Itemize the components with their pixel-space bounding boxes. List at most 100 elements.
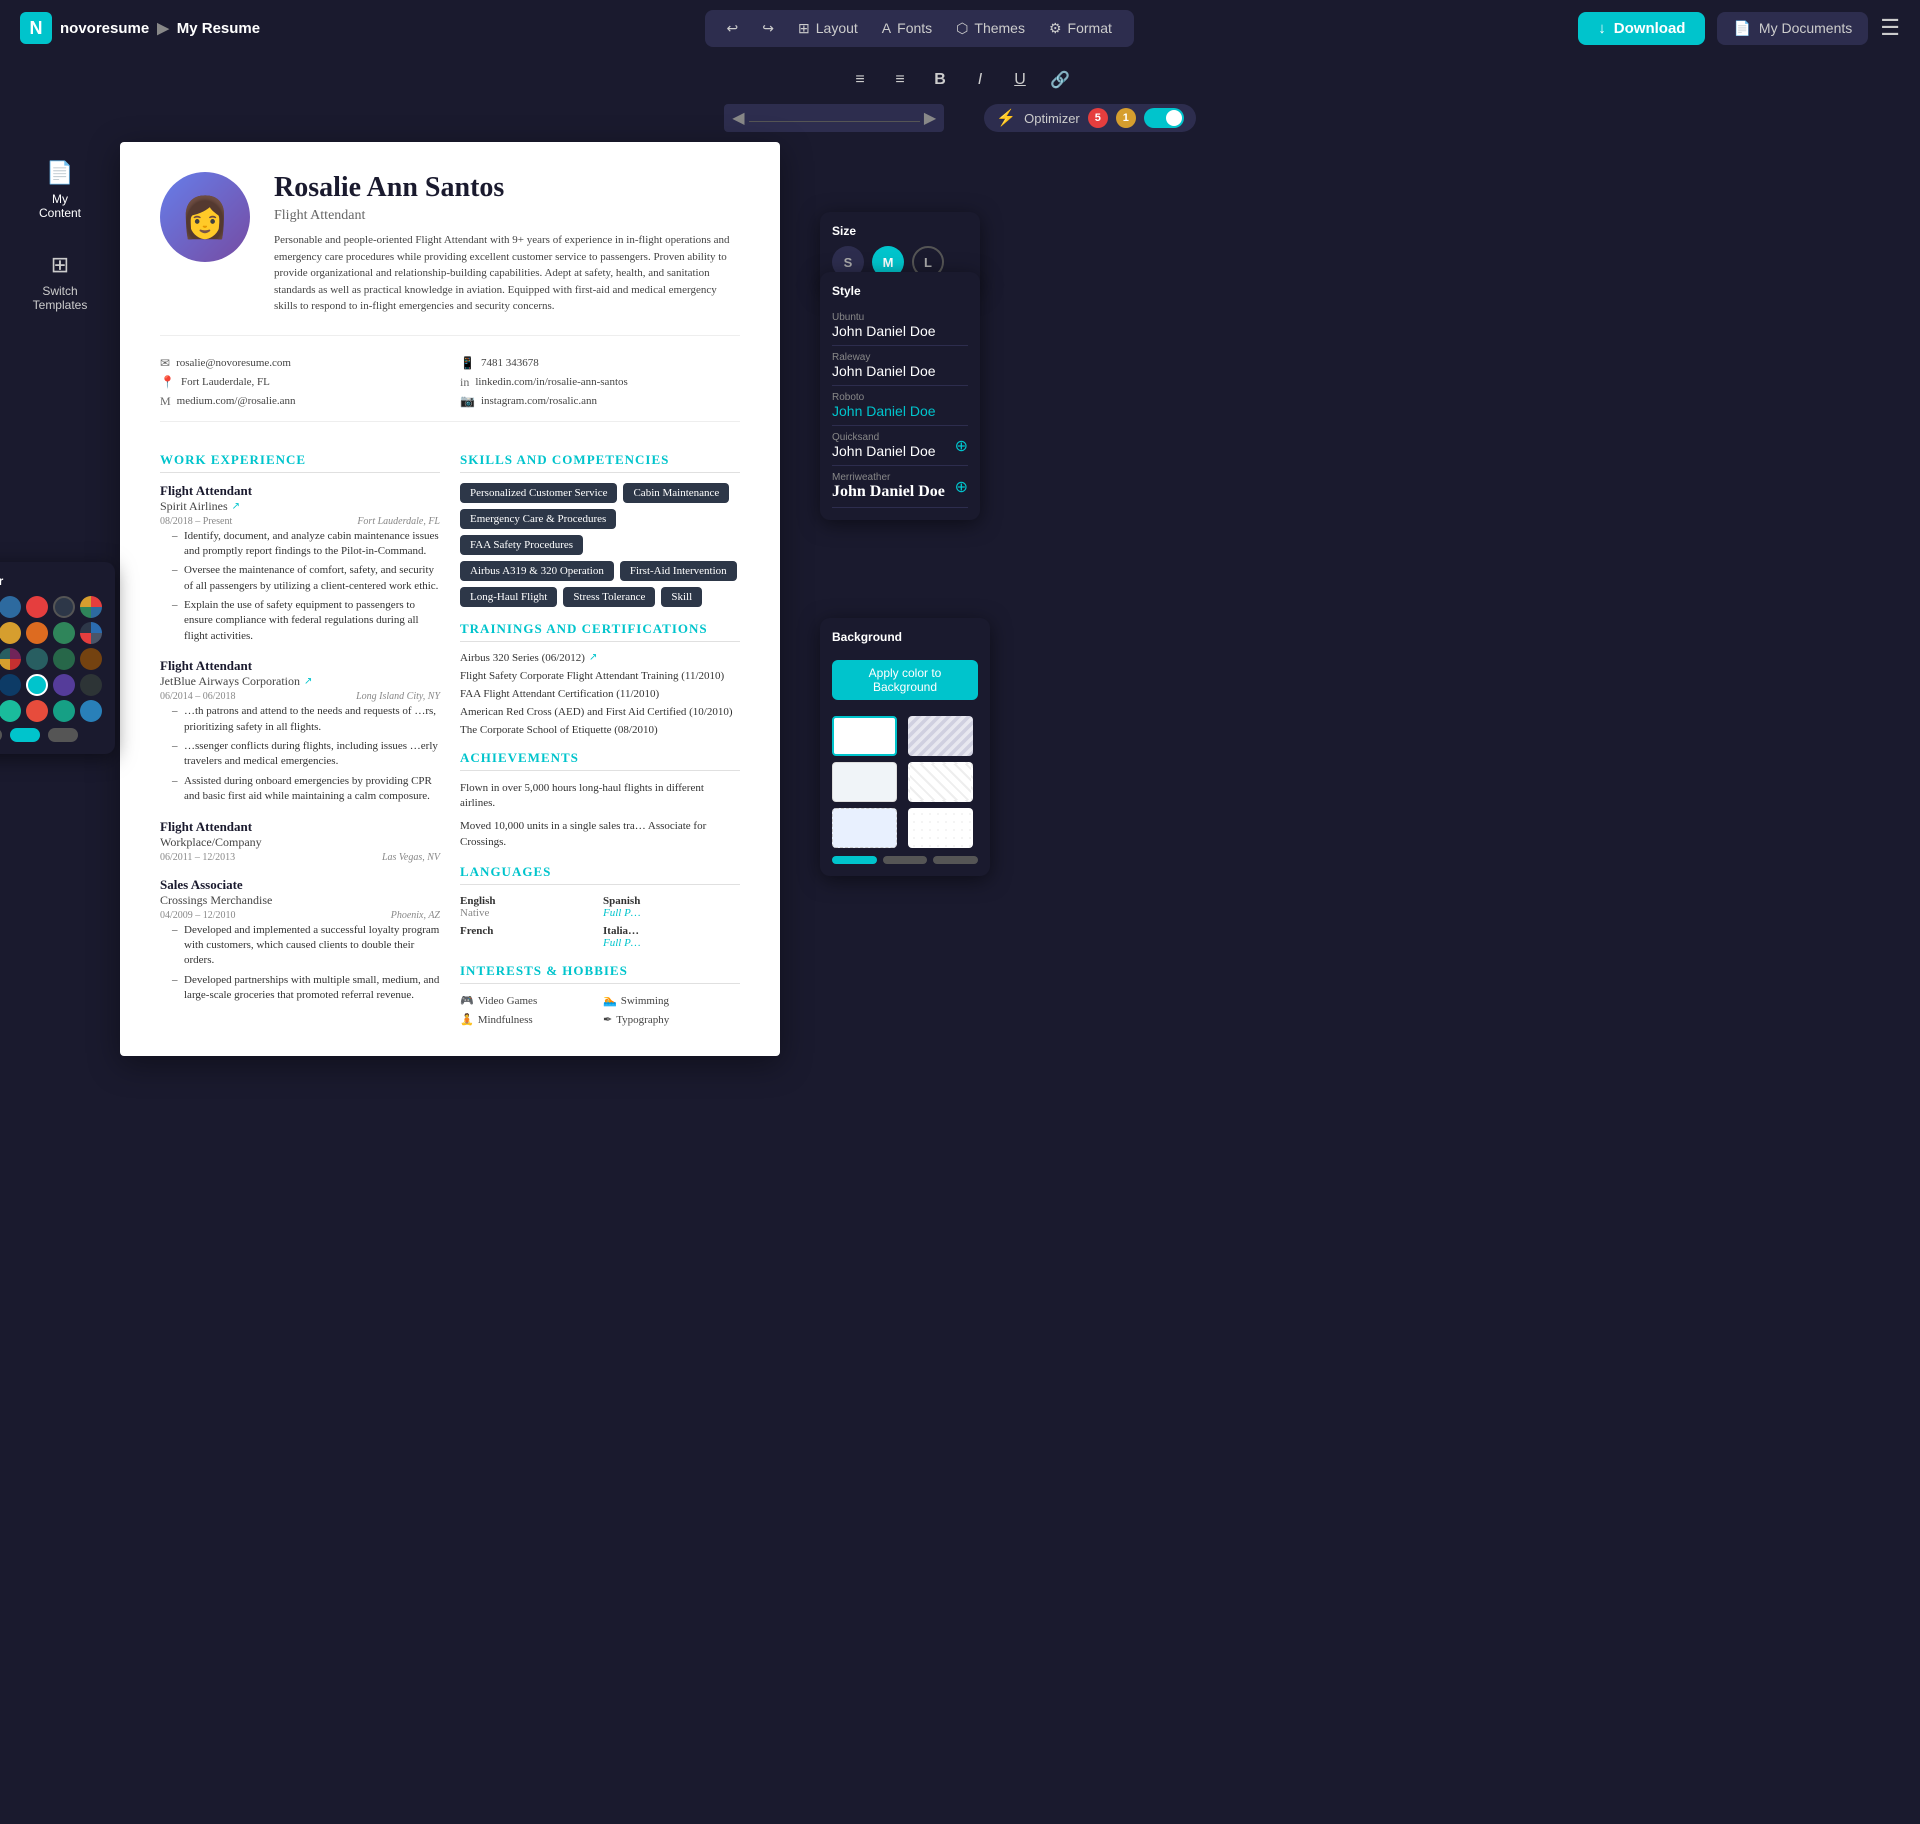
optimizer-badge-red: 5: [1088, 108, 1108, 128]
layout-label: Layout: [816, 20, 858, 36]
themes-button[interactable]: ⬡ Themes: [946, 16, 1035, 41]
resume-contact: ✉ rosalie@novoresume.com 📱 7481 343678 📍…: [160, 356, 740, 422]
bg-action-1[interactable]: [832, 856, 877, 864]
phone-icon: 📱: [460, 356, 475, 371]
font-merriweather[interactable]: Merriweather John Daniel Doe ⊕: [832, 466, 968, 508]
linkedin-value: linkedin.com/in/rosalie-ann-santos: [475, 376, 627, 388]
bg-swatch-6[interactable]: [908, 808, 973, 848]
skill-8: Stress Tolerance: [563, 587, 655, 607]
fonts-button[interactable]: A Fonts: [872, 16, 942, 40]
sidebar-item-my-content[interactable]: 📄 My Content: [24, 152, 96, 228]
hobby-grid: 🎮 Video Games 🏊 Swimming 🧘 Mindfulness: [460, 994, 740, 1026]
sidebar-item-switch-templates[interactable]: ⊞ Switch Templates: [24, 244, 96, 320]
skill-3: Emergency Care & Procedures: [460, 509, 616, 529]
hobby-video-games: 🎮 Video Games: [460, 994, 597, 1007]
layout-button[interactable]: ⊞ Layout: [788, 16, 868, 41]
resume-job-title: Flight Attendant: [274, 208, 740, 224]
swatch-5[interactable]: [80, 596, 102, 618]
cert-5: The Corporate School of Etiquette (08/20…: [460, 724, 740, 736]
swatch-14[interactable]: [53, 648, 75, 670]
skill-7: Long-Haul Flight: [460, 587, 557, 607]
background-panel-title: Background: [832, 630, 978, 644]
fonts-panel-title: Style: [832, 284, 968, 298]
align-left-button[interactable]: ≡: [844, 64, 876, 96]
swatch-8[interactable]: [26, 622, 48, 644]
swatch-2[interactable]: [0, 596, 21, 618]
toggle-on-1[interactable]: [10, 728, 40, 742]
job-meta-4: 04/2009 – 12/2010 Phoenix, AZ: [160, 910, 440, 921]
job-title-3: Flight Attendant: [160, 819, 440, 835]
swatch-17[interactable]: [0, 674, 21, 696]
job-company-3: Workplace/Company: [160, 835, 440, 850]
italic-button[interactable]: I: [964, 64, 996, 96]
toggle-off-2[interactable]: [48, 728, 78, 742]
font-merriweather-label: Merriweather: [832, 472, 945, 483]
bg-swatch-1[interactable]: [832, 716, 897, 756]
my-documents-button[interactable]: 📄 My Documents: [1717, 12, 1868, 45]
bg-swatch-3[interactable]: [832, 762, 897, 802]
skill-4: FAA Safety Procedures: [460, 535, 583, 555]
download-label: Download: [1614, 20, 1686, 37]
format-button[interactable]: ⚙ Format: [1039, 16, 1122, 41]
location-icon: 📍: [160, 375, 175, 390]
font-merriweather-preview: John Daniel Doe: [832, 483, 945, 501]
instagram-value: instagram.com/rosalic.ann: [481, 395, 597, 407]
job-title-1: Flight Attendant: [160, 483, 440, 499]
brand-name: novoresume: [60, 20, 149, 37]
bg-swatch-5[interactable]: [832, 808, 897, 848]
swatch-19[interactable]: [53, 674, 75, 696]
achievement-2: Moved 10,000 units in a single sales tra…: [460, 819, 740, 850]
font-quicksand[interactable]: Quicksand John Daniel Doe ⊕: [832, 426, 968, 466]
navbar-center: ↩ ↪ ⊞ Layout A Fonts ⬡ Themes ⚙ Format: [705, 10, 1134, 47]
swatch-23[interactable]: [26, 700, 48, 722]
bg-action-2[interactable]: [883, 856, 928, 864]
resume-header: 👩 Rosalie Ann Santos Flight Attendant Pe…: [160, 172, 740, 336]
ruler-left-arrow[interactable]: ◀: [732, 108, 744, 128]
underline-button[interactable]: U: [1004, 64, 1036, 96]
align-center-button[interactable]: ≡: [884, 64, 916, 96]
swatch-22[interactable]: [0, 700, 21, 722]
lang-4: Italia… Full P…: [603, 925, 740, 949]
bg-action-3[interactable]: [933, 856, 978, 864]
layout-icon: ⊞: [798, 20, 810, 37]
hobby-typography: ✒ Typography: [603, 1013, 740, 1026]
font-raleway[interactable]: Raleway John Daniel Doe: [832, 346, 968, 386]
swatch-25[interactable]: [80, 700, 102, 722]
toggle-off-1[interactable]: [0, 728, 2, 742]
swatch-7[interactable]: [0, 622, 21, 644]
undo-button[interactable]: ↩: [717, 16, 749, 41]
ruler-bar: ◀ ▶: [724, 104, 944, 132]
swatch-24[interactable]: [53, 700, 75, 722]
resume-name: Rosalie Ann Santos: [274, 172, 740, 204]
font-ubuntu[interactable]: Ubuntu John Daniel Doe: [832, 306, 968, 346]
hobby-swimming: 🏊 Swimming: [603, 994, 740, 1007]
skill-9: Skill: [661, 587, 702, 607]
link-button[interactable]: 🔗: [1044, 64, 1076, 96]
swatch-15[interactable]: [80, 648, 102, 670]
bg-swatch-4[interactable]: [908, 762, 973, 802]
ruler-row: ◀ ▶ ⚡ Optimizer 5 1: [0, 104, 1920, 132]
swatch-10[interactable]: [80, 622, 102, 644]
redo-button[interactable]: ↪: [752, 16, 784, 41]
quicksand-plus-icon: ⊕: [955, 436, 968, 456]
swatch-3[interactable]: [26, 596, 48, 618]
swatch-13[interactable]: [26, 648, 48, 670]
ruler-right-arrow[interactable]: ▶: [924, 108, 936, 128]
size-panel-title: Size: [832, 224, 968, 238]
download-button[interactable]: ↓ Download: [1578, 12, 1705, 45]
swatch-18[interactable]: [26, 674, 48, 696]
swatch-20[interactable]: [80, 674, 102, 696]
bold-button[interactable]: B: [924, 64, 956, 96]
swatch-12[interactable]: [0, 648, 21, 670]
hamburger-button[interactable]: ☰: [1880, 15, 1900, 41]
bg-swatch-2[interactable]: [908, 716, 973, 756]
swatch-9[interactable]: [53, 622, 75, 644]
achievements-title: ACHIEVEMENTS: [460, 750, 740, 771]
optimizer-toggle[interactable]: [1144, 108, 1184, 128]
themes-label: Themes: [974, 20, 1025, 36]
optimizer-area: ⚡ Optimizer 5 1: [984, 104, 1196, 132]
apply-color-button[interactable]: Apply color to Background: [832, 660, 978, 700]
font-roboto[interactable]: Roboto John Daniel Doe: [832, 386, 968, 426]
swatch-4[interactable]: [53, 596, 75, 618]
background-swatches: [832, 716, 978, 848]
